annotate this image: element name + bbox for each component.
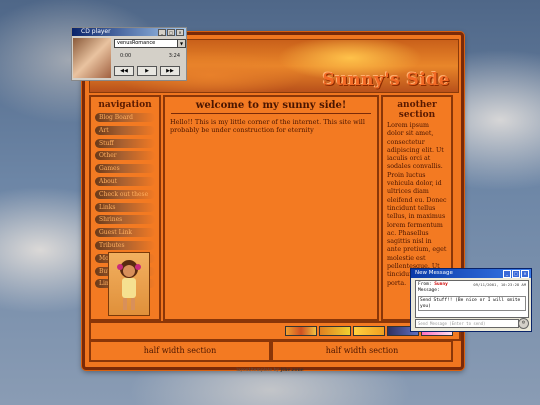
message-body: From: Sunny 09/11/2001, 10:23:28 AM Mess… [415,280,529,318]
main-text: Hello!! This is my little corner of the … [170,118,365,134]
track-name: venusRomance [117,40,156,46]
track-select[interactable]: venusRomance ▼ [114,39,186,48]
nav-item[interactable]: Games [95,164,155,174]
nav-item[interactable]: Art [95,125,155,135]
message-text: Send Stuff!! (Be nice or I will smite yo… [418,296,526,311]
time-elapsed: 0:00 [120,53,132,59]
messenger-title: New Message [415,270,453,276]
minimize-icon[interactable]: _ [503,270,511,278]
badge-button[interactable] [285,326,317,336]
cd-player-titlebar[interactable]: CD player _ □ × [72,28,186,36]
messenger-window: New Message _ □ × From: Sunny 09/11/2001… [410,268,532,332]
main-panel: welcome to my sunny side! Hello!! This i… [163,95,379,321]
main-title: welcome to my sunny side! [171,100,371,114]
send-icon[interactable]: ☺ [518,318,529,329]
minimize-icon[interactable]: _ [158,29,166,36]
cd-player-title: CD player [81,28,111,35]
cd-player-window: CD player _ □ × venusRomance ▼ 0:00 3:24… [71,27,187,81]
navigation-title: navigation [98,100,152,110]
sender-name: Sunny [434,282,448,287]
side-title: another section [397,100,437,120]
nav-item[interactable]: Tributes [95,240,155,250]
badge-button[interactable] [319,326,351,336]
site-title: Sunny's Side [322,70,450,90]
half-width-section-right: half width section [271,340,453,362]
nav-item[interactable]: About [95,176,155,186]
time-total: 3:24 [168,53,180,59]
navigation-panel: navigation Blog Board Art Stuff Other Games A… [89,95,161,321]
nav-item[interactable]: Stuff [95,138,155,148]
messenger-titlebar[interactable]: New Message _ □ × [411,269,531,278]
nav-item[interactable]: Links [95,202,155,212]
message-input[interactable]: Send Message (Enter to send) [415,319,519,328]
site-container: Sunny's Side navigation Blog Board Art Stu… [82,32,464,370]
next-button[interactable]: ▶▶ [160,66,180,76]
close-icon[interactable]: × [521,270,529,278]
maximize-icon[interactable]: □ [512,270,520,278]
play-button[interactable]: ▶ [137,66,157,76]
half-width-row: half width section half width section [89,340,457,362]
credit-link[interactable]: jthe.zone [281,368,304,373]
time-display: 0:00 3:24 [120,53,180,59]
credit-line: layout/template by jthe.zone [0,368,540,373]
nav-item[interactable]: Shrines [95,215,155,225]
badge-button[interactable] [353,326,385,336]
nav-item[interactable]: Blog Board [95,113,155,122]
nav-item[interactable]: Other [95,151,155,161]
album-art [73,38,111,78]
nav-item[interactable]: Guest Link [95,228,155,238]
playback-controls: ◀◀ ▶ ▶▶ [114,66,180,76]
credit-prefix: layout/template by [236,368,280,373]
message-timestamp: 09/11/2001, 10:23:28 AM [473,282,526,287]
nav-item[interactable]: Check out these [95,189,155,199]
close-icon[interactable]: × [176,29,184,36]
message-label: Message: [418,287,440,293]
chevron-down-icon[interactable]: ▼ [177,40,185,47]
half-width-section-left: half width section [89,340,271,362]
previous-button[interactable]: ◀◀ [114,66,134,76]
avatar-image [108,252,150,316]
side-text: Lorem ipsum dolor sit amet, consectetur … [387,122,447,287]
button-strip [89,321,461,341]
from-label: From: [418,282,432,287]
maximize-icon[interactable]: □ [167,29,175,36]
